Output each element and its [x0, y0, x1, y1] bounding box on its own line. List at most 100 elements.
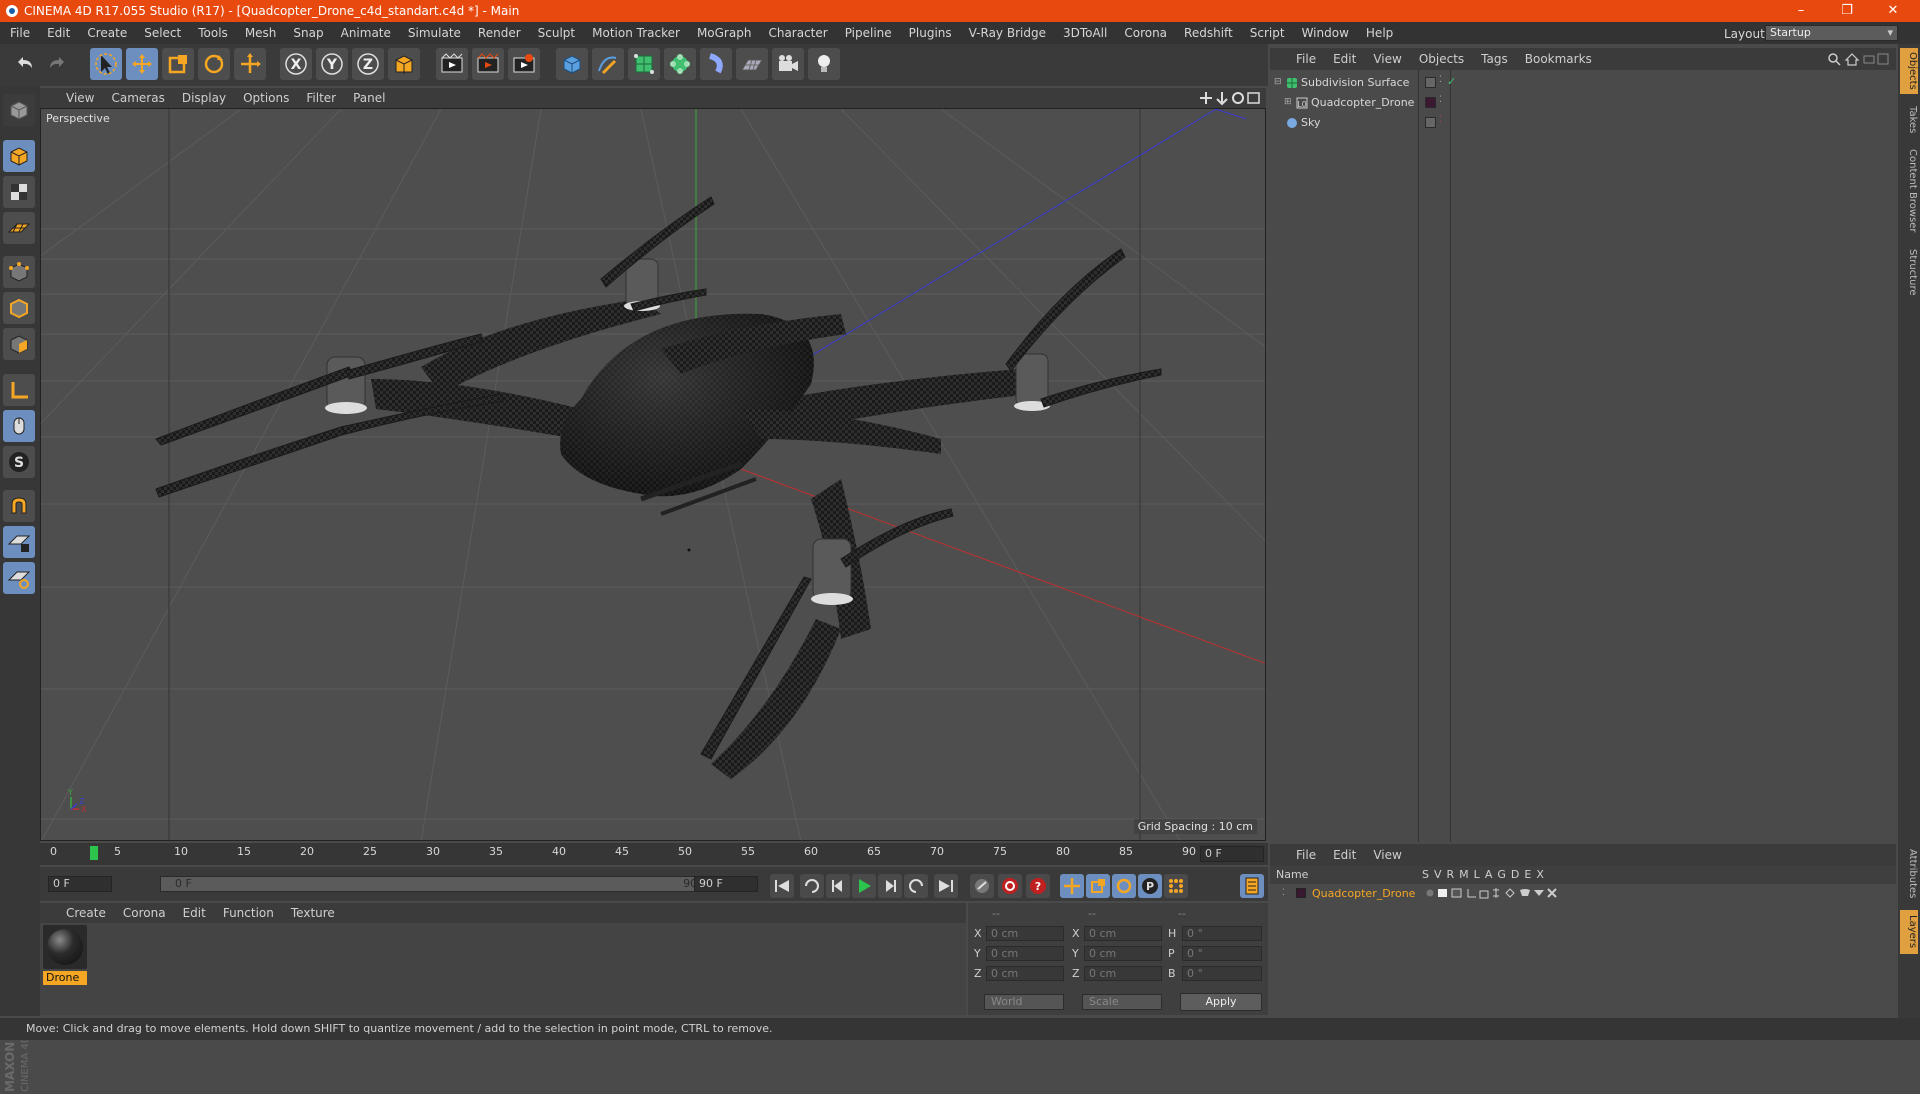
layer-column-locked[interactable]: L	[1474, 868, 1480, 881]
object-menu-edit[interactable]: Edit	[1333, 52, 1356, 66]
menu-file[interactable]: File	[10, 26, 30, 40]
menu-mesh[interactable]: Mesh	[245, 26, 277, 40]
floor-environment-icon[interactable]	[736, 48, 768, 80]
spline-pen-icon[interactable]	[592, 48, 624, 80]
redo-button[interactable]	[42, 48, 74, 80]
key-parameter-icon[interactable]: P	[1138, 874, 1162, 898]
menu-render[interactable]: Render	[478, 26, 521, 40]
tweak-mode-icon[interactable]	[3, 410, 35, 442]
deformer-icon[interactable]	[700, 48, 732, 80]
layer-column-deformers[interactable]: D	[1511, 868, 1519, 881]
grid-snap-icon[interactable]	[3, 562, 35, 594]
texture-mode-icon[interactable]	[3, 176, 35, 208]
coordinate-mode-dropdown[interactable]: World	[984, 994, 1064, 1010]
object-row-subdivision-surface[interactable]: ⊟ Subdivision Surface ⁚ ✓	[1270, 73, 1896, 92]
render-settings-icon[interactable]	[508, 48, 540, 80]
layer-color-swatch[interactable]	[1425, 117, 1436, 128]
key-pla-icon[interactable]	[1164, 874, 1188, 898]
solo-mode-icon[interactable]: S	[3, 446, 35, 478]
layer-expand-icon[interactable]: ⁚	[1282, 888, 1285, 898]
menu-corona[interactable]: Corona	[1124, 26, 1167, 40]
side-tab-content-browser[interactable]: Content Browser	[1900, 146, 1918, 236]
rotate-tool-icon[interactable]	[198, 48, 230, 80]
menu-edit[interactable]: Edit	[47, 26, 70, 40]
position-x-field[interactable]: 0 cm	[986, 926, 1064, 941]
viewport-menu-display[interactable]: Display	[182, 91, 226, 105]
material-menu-function[interactable]: Function	[223, 906, 274, 920]
key-rotation-icon[interactable]	[1112, 874, 1136, 898]
y-axis-lock-icon[interactable]: Y	[316, 48, 348, 80]
material-menu-create[interactable]: Create	[66, 906, 106, 920]
menu-create[interactable]: Create	[87, 26, 127, 40]
go-to-end-icon[interactable]	[934, 874, 958, 898]
layer-color-swatch[interactable]	[1425, 77, 1436, 88]
render-view-icon[interactable]	[436, 48, 468, 80]
layer-menu-file[interactable]: File	[1296, 848, 1316, 862]
size-z-field[interactable]: 0 cm	[1084, 966, 1162, 981]
current-frame-field[interactable]: 0 F	[1200, 846, 1264, 862]
workplane-icon[interactable]	[3, 212, 35, 244]
enabled-check-icon[interactable]: ✓	[1447, 75, 1456, 88]
viewport-menu-filter[interactable]: Filter	[306, 91, 336, 105]
layout-dropdown[interactable]: Startup	[1765, 25, 1898, 41]
cube-primitive-icon[interactable]	[556, 48, 588, 80]
autokey-icon[interactable]: ?	[1026, 874, 1050, 898]
visibility-dots-icon[interactable]: ⁚	[1439, 115, 1442, 125]
scale-tool-icon[interactable]	[162, 48, 194, 80]
object-manager-tool-icons[interactable]	[1826, 51, 1892, 67]
timeline-window-icon[interactable]	[1240, 874, 1264, 898]
model-mode-icon[interactable]	[3, 140, 35, 172]
material-menu-texture[interactable]: Texture	[291, 906, 335, 920]
viewport-navigation-icons[interactable]	[1198, 90, 1262, 106]
next-key-icon[interactable]	[904, 874, 928, 898]
play-forward-icon[interactable]	[852, 874, 876, 898]
material-name-label[interactable]: Drone	[43, 971, 87, 985]
layer-column-manager[interactable]: M	[1459, 868, 1469, 881]
rotation-p-field[interactable]: 0 °	[1182, 946, 1262, 961]
side-tab-structure[interactable]: Structure	[1900, 242, 1918, 302]
position-y-field[interactable]: 0 cm	[986, 946, 1064, 961]
viewport-menu-cameras[interactable]: Cameras	[111, 91, 164, 105]
side-tab-takes[interactable]: Takes	[1900, 100, 1918, 140]
live-selection-icon[interactable]	[90, 48, 122, 80]
previous-key-icon[interactable]	[800, 874, 824, 898]
next-frame-icon[interactable]	[878, 874, 902, 898]
apply-button[interactable]: Apply	[1180, 993, 1262, 1011]
side-tab-objects[interactable]: Objects	[1900, 48, 1918, 94]
x-axis-lock-icon[interactable]: X	[280, 48, 312, 80]
layer-column-xref[interactable]: X	[1536, 868, 1544, 881]
rotation-b-field[interactable]: 0 °	[1182, 966, 1262, 981]
object-menu-objects[interactable]: Objects	[1419, 52, 1464, 66]
layer-name[interactable]: Quadcopter_Drone	[1312, 887, 1415, 900]
menu-simulate[interactable]: Simulate	[408, 26, 461, 40]
transform-mode-dropdown[interactable]: Scale	[1082, 994, 1162, 1010]
position-z-field[interactable]: 0 cm	[986, 966, 1064, 981]
menu-tools[interactable]: Tools	[198, 26, 228, 40]
menu-mograph[interactable]: MoGraph	[697, 26, 752, 40]
record-keys-icon[interactable]	[970, 874, 994, 898]
object-name[interactable]: Quadcopter_Drone	[1311, 96, 1414, 109]
points-mode-icon[interactable]	[3, 256, 35, 288]
object-menu-file[interactable]: File	[1296, 52, 1316, 66]
start-frame-field[interactable]: 0 F	[48, 876, 112, 892]
menu-snap[interactable]: Snap	[293, 26, 323, 40]
render-to-picture-viewer-icon[interactable]	[472, 48, 504, 80]
layer-row[interactable]: ⁚ Quadcopter_Drone	[1270, 884, 1896, 902]
expand-toggle-icon[interactable]: ⊞	[1284, 97, 1292, 107]
object-menu-bookmarks[interactable]: Bookmarks	[1525, 52, 1592, 66]
layer-color-swatch[interactable]	[1425, 97, 1436, 108]
polygons-mode-icon[interactable]	[3, 328, 35, 360]
key-scale-icon[interactable]	[1086, 874, 1110, 898]
undo-button[interactable]	[8, 48, 40, 80]
subdivision-surface-icon[interactable]	[628, 48, 660, 80]
material-thumbnail[interactable]	[43, 925, 87, 969]
go-to-start-icon[interactable]	[770, 874, 794, 898]
menu-pipeline[interactable]: Pipeline	[845, 26, 892, 40]
edges-mode-icon[interactable]	[3, 292, 35, 324]
menu-animate[interactable]: Animate	[341, 26, 391, 40]
menu-redshift[interactable]: Redshift	[1184, 26, 1233, 40]
light-icon[interactable]	[808, 48, 840, 80]
record-active-icon[interactable]	[998, 874, 1022, 898]
workplane-lock-icon[interactable]	[3, 526, 35, 558]
playhead-marker[interactable]	[90, 846, 98, 860]
